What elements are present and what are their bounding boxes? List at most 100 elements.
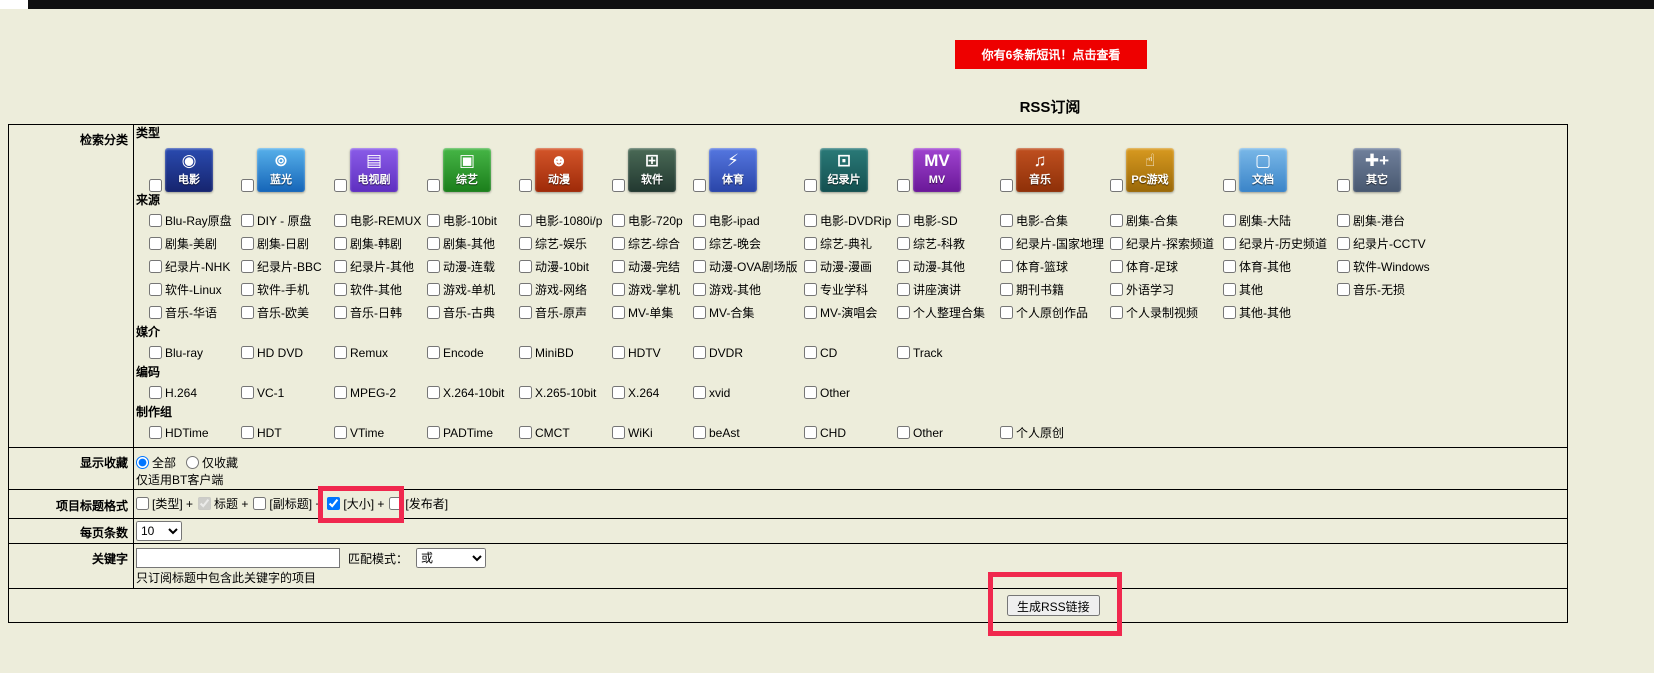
mv-icon[interactable]: MVMV (913, 148, 961, 192)
checkbox[interactable] (427, 306, 440, 319)
checkbox-option[interactable]: MPEG-2 (334, 386, 427, 400)
checkbox[interactable] (612, 260, 625, 273)
checkbox-option[interactable]: Other (897, 426, 1000, 440)
checkbox-option[interactable]: Blu-ray (149, 346, 241, 360)
checkbox-option[interactable]: 电影-ipad (693, 212, 804, 229)
checkbox[interactable] (897, 260, 910, 273)
checkbox-option[interactable]: X.264 (612, 386, 693, 400)
checkbox[interactable] (897, 214, 910, 227)
checkbox[interactable] (693, 346, 706, 359)
category-checkbox-music[interactable] (1000, 179, 1013, 192)
favorite-all-option[interactable]: 全部 (136, 454, 176, 471)
checkbox-option[interactable]: 电影-SD (897, 212, 1000, 229)
checkbox[interactable] (1000, 237, 1013, 250)
checkbox[interactable] (149, 346, 162, 359)
variety-icon[interactable]: ▣综艺 (443, 148, 491, 192)
checkbox-option[interactable]: HDTV (612, 346, 693, 360)
checkbox[interactable] (1223, 214, 1236, 227)
checkbox[interactable] (1000, 306, 1013, 319)
checkbox-option[interactable]: 动漫-连载 (427, 258, 519, 275)
checkbox[interactable] (334, 214, 347, 227)
category-checkbox-doc[interactable] (1223, 179, 1236, 192)
checkbox-option[interactable]: Other (804, 386, 897, 400)
match-mode-select[interactable]: 或 (416, 548, 486, 568)
checkbox[interactable] (1110, 260, 1123, 273)
checkbox[interactable] (241, 214, 254, 227)
checkbox-option[interactable]: 游戏-其他 (693, 281, 804, 298)
checkbox[interactable] (149, 237, 162, 250)
checkbox[interactable] (612, 306, 625, 319)
checkbox-option[interactable]: HDTime (149, 426, 241, 440)
checkbox[interactable] (804, 426, 817, 439)
checkbox[interactable] (693, 283, 706, 296)
checkbox-option[interactable]: MV-演唱会 (804, 304, 897, 321)
checkbox-option[interactable]: 剧集-韩剧 (334, 235, 427, 252)
checkbox-option[interactable]: 讲座演讲 (897, 281, 1000, 298)
title-format-option[interactable]: [类型] + (136, 495, 193, 512)
checkbox[interactable] (897, 283, 910, 296)
checkbox-option[interactable]: DIY - 原盘 (241, 212, 334, 229)
checkbox[interactable] (612, 214, 625, 227)
checkbox[interactable] (427, 386, 440, 399)
checkbox[interactable] (897, 426, 910, 439)
checkbox-option[interactable]: 音乐-原声 (519, 304, 612, 321)
category-checkbox-movie[interactable] (149, 179, 162, 192)
checkbox[interactable] (334, 346, 347, 359)
checkbox-option[interactable]: 其他-其他 (1223, 304, 1337, 321)
checkbox[interactable] (334, 306, 347, 319)
title-format-checkbox[interactable] (327, 497, 340, 510)
checkbox[interactable] (241, 346, 254, 359)
checkbox[interactable] (519, 306, 532, 319)
checkbox[interactable] (149, 426, 162, 439)
generate-rss-button[interactable]: 生成RSS链接 (1007, 595, 1100, 616)
documentary-icon[interactable]: ⊡纪录片 (820, 148, 868, 192)
checkbox-option[interactable]: 软件-手机 (241, 281, 334, 298)
checkbox-option[interactable]: 动漫-10bit (519, 258, 612, 275)
title-format-option[interactable]: 标题 + (198, 495, 248, 512)
checkbox[interactable] (1110, 283, 1123, 296)
checkbox-option[interactable]: MiniBD (519, 346, 612, 360)
checkbox[interactable] (612, 237, 625, 250)
checkbox[interactable] (804, 346, 817, 359)
checkbox[interactable] (149, 260, 162, 273)
checkbox[interactable] (241, 306, 254, 319)
checkbox[interactable] (612, 346, 625, 359)
checkbox[interactable] (1110, 306, 1123, 319)
checkbox[interactable] (693, 214, 706, 227)
checkbox[interactable] (334, 260, 347, 273)
checkbox[interactable] (427, 237, 440, 250)
checkbox-option[interactable]: MV-单集 (612, 304, 693, 321)
checkbox[interactable] (334, 426, 347, 439)
checkbox[interactable] (334, 237, 347, 250)
checkbox-option[interactable]: 纪录片-其他 (334, 258, 427, 275)
checkbox-option[interactable]: 剧集-美剧 (149, 235, 241, 252)
category-checkbox-sports[interactable] (693, 179, 706, 192)
checkbox-option[interactable]: 电影-REMUX (334, 212, 427, 229)
bluray-icon[interactable]: ⊚蓝光 (257, 148, 305, 192)
checkbox[interactable] (149, 306, 162, 319)
checkbox[interactable] (241, 426, 254, 439)
checkbox-option[interactable]: 动漫-漫画 (804, 258, 897, 275)
checkbox[interactable] (1000, 260, 1013, 273)
checkbox[interactable] (519, 260, 532, 273)
checkbox[interactable] (693, 260, 706, 273)
favorite-only-radio[interactable] (186, 456, 199, 469)
checkbox-option[interactable]: 个人整理合集 (897, 304, 1000, 321)
checkbox-option[interactable]: 综艺-科教 (897, 235, 1000, 252)
keyword-input[interactable] (136, 548, 340, 568)
checkbox[interactable] (1223, 306, 1236, 319)
checkbox-option[interactable]: Track (897, 346, 1000, 360)
category-checkbox-other[interactable] (1337, 179, 1350, 192)
checkbox-option[interactable]: 动漫-其他 (897, 258, 1000, 275)
checkbox-option[interactable]: Remux (334, 346, 427, 360)
checkbox-option[interactable]: X.265-10bit (519, 386, 612, 400)
category-checkbox-documentary[interactable] (804, 179, 817, 192)
category-checkbox-software[interactable] (612, 179, 625, 192)
checkbox[interactable] (149, 283, 162, 296)
checkbox[interactable] (519, 346, 532, 359)
checkbox-option[interactable]: 音乐-古典 (427, 304, 519, 321)
pc-game-icon[interactable]: ☝PC游戏 (1126, 148, 1174, 192)
checkbox[interactable] (1110, 214, 1123, 227)
checkbox[interactable] (1110, 237, 1123, 250)
checkbox-option[interactable]: 个人原创作品 (1000, 304, 1110, 321)
